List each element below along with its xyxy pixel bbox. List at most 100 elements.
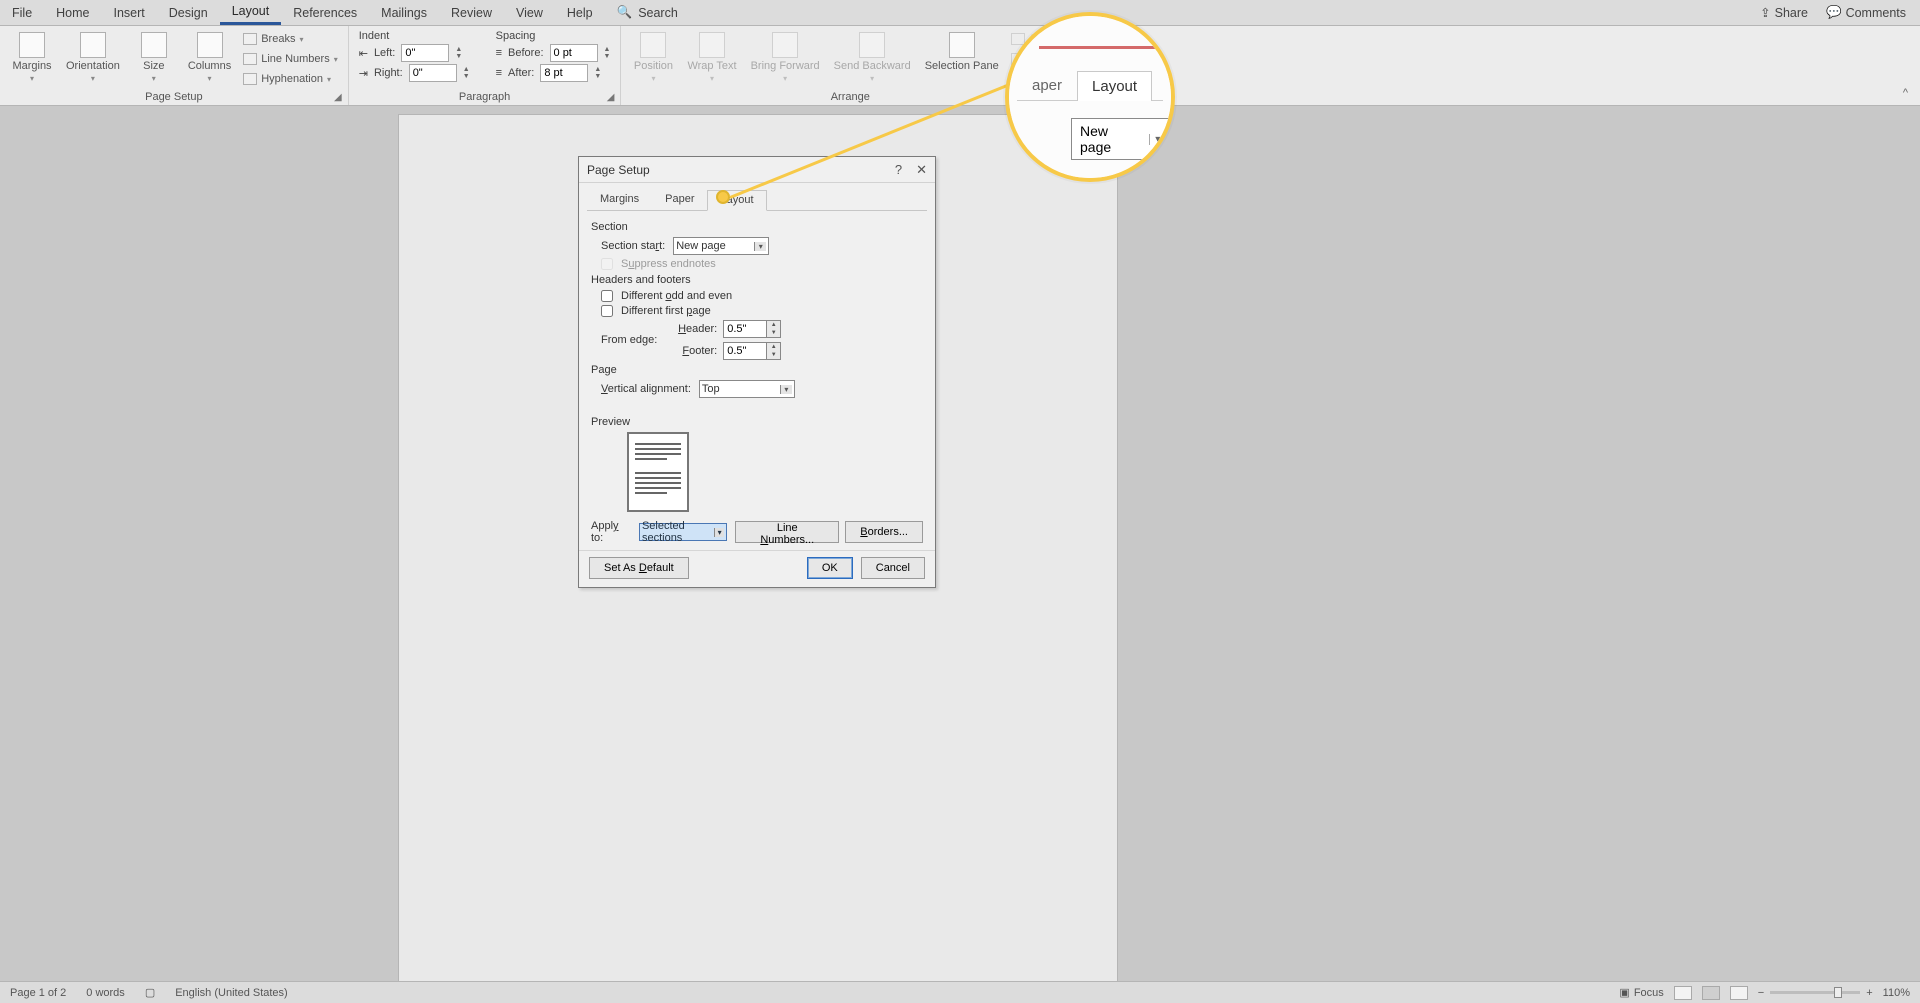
tell-me-search[interactable]: 🔍 Search	[605, 5, 690, 20]
zoom-in-button[interactable]: +	[1866, 987, 1872, 999]
position-button: Position▾	[631, 30, 675, 85]
margins-button[interactable]: Margins▾	[10, 30, 54, 85]
tab-review[interactable]: Review	[439, 0, 504, 25]
zoom-out-button[interactable]: −	[1758, 987, 1764, 999]
size-icon	[141, 32, 167, 58]
different-first-page-checkbox[interactable]	[601, 305, 613, 317]
tab-home[interactable]: Home	[44, 0, 101, 25]
header-input[interactable]	[723, 320, 767, 338]
tab-file[interactable]: File	[0, 0, 44, 25]
dialog-tabs: Margins Paper Layout	[587, 189, 927, 211]
spinner-buttons[interactable]: ▲▼	[463, 66, 470, 80]
spinner-buttons[interactable]: ▲▼	[767, 320, 781, 338]
indent-right-input[interactable]	[409, 64, 457, 82]
tab-references[interactable]: References	[281, 0, 369, 25]
borders-button[interactable]: Borders...	[845, 521, 923, 543]
zoom-track[interactable]	[1770, 991, 1860, 994]
tab-mailings[interactable]: Mailings	[369, 0, 439, 25]
tab-help[interactable]: Help	[555, 0, 605, 25]
tab-insert[interactable]: Insert	[102, 0, 157, 25]
columns-button[interactable]: Columns▾	[186, 30, 233, 85]
indent-left-icon: ⇤	[359, 47, 368, 60]
read-mode-button[interactable]	[1674, 986, 1692, 1000]
cancel-button[interactable]: Cancel	[861, 557, 925, 579]
tab-view[interactable]: View	[504, 0, 555, 25]
suppress-endnotes-label: Suppress endnotes	[621, 258, 716, 270]
collapse-ribbon-button[interactable]: ^	[1891, 81, 1920, 105]
orientation-button[interactable]: Orientation ▾	[64, 30, 122, 85]
close-button[interactable]: ✕	[916, 162, 927, 178]
chevron-down-icon: ▾	[91, 74, 95, 83]
print-layout-button[interactable]	[1702, 986, 1720, 1000]
spinner-buttons[interactable]: ▲▼	[455, 46, 462, 60]
breaks-label: Breaks	[261, 33, 295, 45]
line-numbers-button[interactable]: Line Numbers ▾	[243, 50, 338, 68]
space-before-icon: ≡	[496, 47, 502, 59]
share-button[interactable]: ⇪ Share	[1760, 5, 1808, 20]
web-layout-button[interactable]	[1730, 986, 1748, 1000]
breaks-button[interactable]: Breaks ▾	[243, 30, 338, 48]
zoom-thumb[interactable]	[1834, 987, 1842, 998]
zoom-newpage-combo: New page▾	[1071, 118, 1171, 160]
dialog-launcher-icon[interactable]: ◢	[607, 92, 615, 103]
send-backward-button: Send Backward▾	[832, 30, 913, 85]
hyphenation-button[interactable]: Hyphenation▾	[243, 70, 338, 88]
apply-to-value: Selected sections	[642, 520, 714, 544]
footer-input[interactable]	[723, 342, 767, 360]
zoom-slider[interactable]: − +	[1758, 987, 1873, 999]
group-label-paragraph: Paragraph	[459, 91, 510, 103]
zoom-level[interactable]: 110%	[1883, 987, 1910, 999]
focus-mode-button[interactable]: ▣Focus	[1619, 986, 1663, 999]
ok-button[interactable]: OK	[807, 557, 853, 579]
status-language[interactable]: English (United States)	[165, 987, 298, 999]
chevron-down-icon: ▾	[299, 35, 303, 44]
chevron-down-icon: ▾	[30, 74, 34, 83]
zoom-newpage-value: New page	[1080, 123, 1139, 155]
preview-heading: Preview	[591, 416, 923, 428]
status-page[interactable]: Page 1 of 2	[0, 987, 76, 999]
spinner-buttons[interactable]: ▲▼	[594, 66, 601, 80]
status-word-count[interactable]: 0 words	[76, 987, 135, 999]
position-label: Position	[634, 60, 673, 72]
indent-left-input[interactable]	[401, 44, 449, 62]
dialog-tab-margins[interactable]: Margins	[587, 189, 652, 210]
set-as-default-button[interactable]: Set As Default	[589, 557, 689, 579]
wrap-text-button: Wrap Text▾	[685, 30, 738, 85]
selection-pane-button[interactable]: Selection Pane	[923, 30, 1001, 74]
group-page-setup: Margins▾ Orientation ▾ Size▾ Columns▾ Bre…	[0, 26, 349, 105]
comments-button[interactable]: 💬 Comments	[1826, 5, 1906, 20]
status-proofing-icon[interactable]: ▢	[135, 986, 165, 999]
space-before-input[interactable]	[550, 44, 598, 62]
tab-design[interactable]: Design	[157, 0, 220, 25]
dialog-launcher-icon[interactable]: ◢	[334, 92, 342, 103]
search-icon: 🔍	[617, 5, 633, 20]
orientation-label: Orientation	[66, 60, 120, 72]
search-label: Search	[638, 6, 678, 20]
document-canvas	[0, 106, 1920, 981]
size-button[interactable]: Size▾	[132, 30, 176, 85]
indent-right-label: Right:	[374, 67, 403, 79]
group-paragraph: Indent ⇤Left:▲▼ ⇥Right:▲▼ Spacing ≡Befor…	[349, 26, 622, 105]
different-odd-even-checkbox[interactable]	[601, 290, 613, 302]
vertical-alignment-label: Vertical alignment:	[601, 383, 691, 395]
vertical-alignment-combo[interactable]: Top▾	[699, 380, 795, 398]
section-start-combo[interactable]: New page▾	[673, 237, 769, 255]
line-numbers-button[interactable]: Line Numbers...	[735, 521, 839, 543]
indent-left-label: Left:	[374, 47, 395, 59]
line-numbers-label: Line Numbers	[261, 53, 329, 65]
spinner-buttons[interactable]: ▲▼	[604, 46, 611, 60]
margins-icon	[19, 32, 45, 58]
tab-layout[interactable]: Layout	[220, 0, 282, 25]
apply-to-combo[interactable]: Selected sections▾	[639, 523, 727, 541]
zoom-tab-layout: Layout	[1077, 71, 1152, 101]
help-button[interactable]: ?	[895, 162, 902, 178]
different-first-page-label: Different first page	[621, 305, 711, 317]
header-label: Header:	[675, 323, 717, 335]
hyphenation-label: Hyphenation	[261, 73, 323, 85]
spinner-buttons[interactable]: ▲▼	[767, 342, 781, 360]
group-label-arrange: Arrange	[631, 89, 1069, 103]
chevron-down-icon: ▾	[334, 55, 338, 64]
zoom-tab-paper: aper	[1017, 70, 1077, 100]
dialog-tab-paper[interactable]: Paper	[652, 189, 707, 210]
space-after-input[interactable]	[540, 64, 588, 82]
